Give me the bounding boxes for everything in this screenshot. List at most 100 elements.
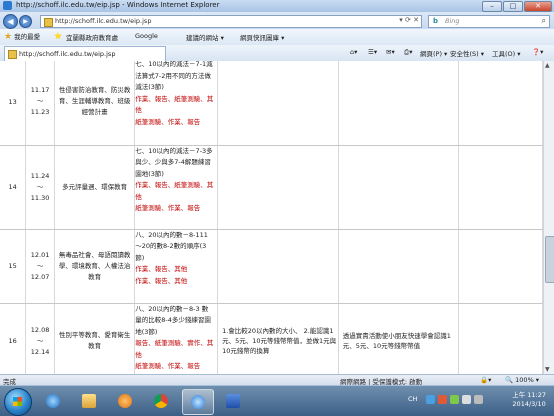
print-icon[interactable]: ⎙▾ — [404, 48, 412, 57]
favorites-button[interactable]: ★ 我的最愛 — [4, 31, 40, 42]
table-row: 15 12.01 ～ 12.07 無毒品社會、母語閱讀教學、環境教育、人權法治教育 八、2… — [0, 229, 543, 304]
clock-time: 上午 11:27 — [512, 391, 546, 399]
date-line: 12.14 — [30, 347, 50, 356]
table-row: 13 11.17 ～ 11.23 性侵害防治教育、防災教育、生涯輔導教育、班級經營計畫七… — [0, 61, 543, 146]
tray-app-icon[interactable] — [426, 395, 435, 404]
page-content: 13 11.17 ～ 11.23 性侵害防治教育、防災教育、生涯輔導教育、班級經營計畫七… — [0, 61, 543, 374]
date-range-cell: 12.01 ～ 12.07 — [25, 229, 55, 304]
date-line: 11.24 — [30, 171, 50, 180]
taskbar-word-button[interactable] — [218, 389, 248, 413]
scroll-up-icon[interactable]: ▲ — [545, 62, 550, 69]
vertical-scrollbar[interactable]: ▲ ▼ — [543, 61, 554, 374]
notes-cell — [458, 303, 543, 374]
address-controls-icon[interactable]: ▾ ⟳ ✕ — [399, 16, 419, 24]
favorites-add-icon[interactable]: ⭐ — [54, 32, 62, 40]
notes-cell — [458, 145, 543, 230]
date-line: ～ — [36, 336, 44, 345]
taskbar-media-button[interactable] — [110, 389, 140, 413]
favorite-item[interactable]: 網頁快訊圖庫 ▾ — [240, 32, 284, 42]
week-number-cell: 13 — [0, 61, 27, 146]
zoom-control[interactable]: 🔍 100% ▾ — [505, 376, 539, 384]
minimize-button[interactable]: – — [482, 1, 502, 12]
maximize-button[interactable]: □ — [503, 1, 523, 12]
unit-line: 七、10以內的減法－7-1減 — [135, 61, 213, 68]
assessment-line: 報告、紙筆測驗、實作、其 — [135, 339, 214, 348]
unit-line: 節) — [135, 253, 145, 262]
close-button[interactable]: ✕ — [524, 1, 552, 12]
command-safety[interactable]: 安全性(S) ▾ — [450, 48, 484, 58]
ie-active-icon — [191, 395, 205, 409]
favorites-bar: ★ 我的最愛 ⭐ 宜蘭縣政府教育處 Google 建議的網站 ▾ 網頁快訊圖庫 … — [0, 29, 554, 46]
assessment-line: 作業、報告、其他 — [135, 276, 188, 285]
protected-mode-icon[interactable]: 🔒▾ — [480, 376, 491, 384]
bing-icon: b — [433, 17, 439, 25]
favorite-item[interactable]: 建議的網站 ▾ — [186, 32, 224, 42]
ability-indicator-cell — [217, 229, 339, 304]
unit-line: ～20的數8-2數的順序(3 — [135, 242, 207, 251]
date-range-cell: 11.17 ～ 11.23 — [25, 61, 55, 146]
date-line: 11.23 — [30, 108, 50, 117]
unit-objective-cell: 七、10以內的減法－7-3多 與少、少與多7-4解題練習 園地(3節) 作業、報告、紙… — [134, 145, 219, 230]
unit-objective-cell: 八、20以內的數－8-3 數量的比較8-4多少錢練習園 地(3節) 報告、紙筆測驗、… — [134, 303, 219, 374]
search-input[interactable]: b Bing ⌕ — [428, 15, 550, 28]
curriculum-table: 13 11.17 ～ 11.23 性侵害防治教育、防災教育、生涯輔導教育、班級經營計畫七… — [0, 61, 543, 374]
table-row: 14 11.24 ～ 11.30 多元評量週、環保教育 七、10以內的減法－7-3多 與少、… — [0, 145, 543, 230]
assessment-line: 他 — [135, 350, 142, 359]
week-number-cell: 14 — [0, 145, 27, 230]
tray-sync-icon[interactable] — [450, 395, 459, 404]
feeds-icon[interactable]: ☰▾ — [368, 48, 377, 56]
date-line: 11.17 — [30, 86, 50, 95]
unit-line: 法算式7-2用不同的方法做 — [135, 71, 211, 80]
taskbar-ie-active-button[interactable] — [182, 389, 214, 415]
language-indicator[interactable]: CH — [408, 395, 417, 403]
date-range-cell: 11.24 ～ 11.30 — [25, 145, 55, 230]
clock-date: 2014/3/10 — [512, 400, 546, 408]
search-icon[interactable]: ⌕ — [542, 16, 546, 26]
clock[interactable]: 上午 11:27 2014/3/10 — [512, 391, 546, 409]
tab-current[interactable]: http://schoff.ilc.edu.tw/eip.jsp — [4, 46, 166, 61]
teaching-activity-cell — [338, 145, 460, 230]
assessment-line: 紙筆測驗、作業、報告 — [135, 204, 201, 213]
assessment-line: 作業、報告、紙筆測驗、其 — [135, 181, 214, 190]
favorites-star-icon: ★ — [4, 32, 13, 42]
home-icon[interactable]: ⌂▾ — [350, 48, 357, 56]
tab-label: http://schoff.ilc.edu.tw/eip.jsp — [19, 50, 116, 58]
notes-cell — [458, 229, 543, 304]
unit-line: 八、20以內的數－8-111 — [135, 230, 208, 239]
taskbar-ie-button[interactable] — [38, 389, 68, 413]
volume-icon[interactable] — [474, 395, 483, 404]
assessment-line: 他 — [135, 106, 142, 115]
network-icon[interactable] — [462, 395, 471, 404]
unit-line: 地(3節) — [135, 327, 158, 336]
topic-cell: 性侵害防治教育、防災教育、生涯輔導教育、班級經營計畫 — [54, 61, 136, 146]
unit-line: 量的比較8-4多少錢練習園 — [135, 316, 211, 325]
taskbar: CH 上午 11:27 2014/3/10 — [0, 385, 554, 416]
teaching-activity-cell: 透過實責活動使小朋友快速學會認識1元、5元、10元等錢幣幣值 — [338, 303, 460, 374]
week-number-cell: 16 — [0, 303, 27, 374]
unit-line: 減法(3節) — [135, 83, 164, 92]
date-line: ～ — [36, 182, 44, 191]
favorite-item[interactable]: Google — [135, 32, 158, 40]
taskbar-explorer-button[interactable] — [74, 389, 104, 413]
word-icon — [226, 394, 240, 408]
help-icon[interactable]: ❓▾ — [532, 48, 543, 56]
tray-security-icon[interactable] — [438, 395, 447, 404]
scroll-down-icon[interactable]: ▼ — [545, 366, 550, 373]
start-button[interactable] — [4, 388, 32, 416]
command-page[interactable]: 網頁(P) ▾ — [420, 48, 447, 58]
scroll-thumb[interactable] — [545, 236, 554, 283]
favorite-item[interactable]: 宜蘭縣政府教育處 — [66, 32, 118, 42]
date-line: ～ — [36, 97, 44, 106]
mail-icon[interactable]: ✉▾ — [386, 48, 395, 56]
unit-line: 與少、少與多7-4解題練習 — [135, 158, 211, 167]
address-bar[interactable]: http://schoff.ilc.edu.tw/eip.jsp ▾ ⟳ ✕ — [40, 15, 422, 28]
assessment-line: 紙筆測驗、作業、報告 — [135, 362, 201, 371]
command-tools[interactable]: 工具(O) ▾ — [492, 48, 521, 58]
date-line: 12.08 — [30, 325, 50, 334]
forward-button[interactable]: ▶ — [19, 15, 32, 28]
unit-objective-cell: 七、10以內的減法－7-1減 法算式7-2用不同的方法做 減法(3節) 作業、報告、紙… — [134, 61, 219, 146]
topic-cell: 無毒品社會、母語閱讀教學、環境教育、人權法治教育 — [54, 229, 136, 304]
back-button[interactable]: ◀ — [3, 14, 18, 29]
taskbar-chrome-button[interactable] — [146, 389, 176, 413]
favorites-label: 我的最愛 — [14, 33, 41, 41]
